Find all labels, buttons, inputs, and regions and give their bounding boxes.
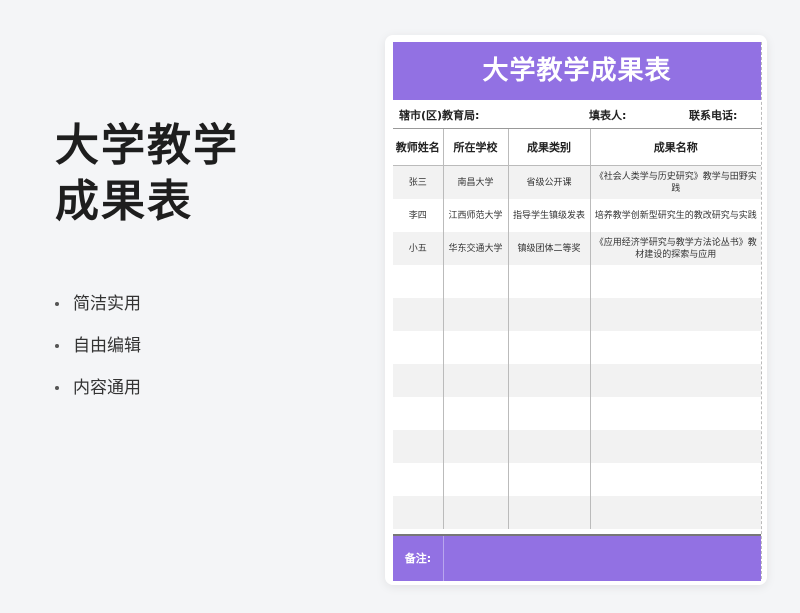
cell: 《社会人类学与历史研究》教学与田野实践 (590, 165, 761, 199)
cell: 小五 (393, 232, 444, 265)
phone-label: 联系电话: (689, 109, 738, 122)
bullet-icon (55, 302, 59, 306)
remark-label: 备注: (393, 536, 444, 581)
cell: 张三 (393, 165, 444, 199)
cell: 指导学生镇级发表 (508, 199, 591, 232)
table-header: 教师姓名 所在学校 成果类别 成果名称 (393, 129, 761, 166)
promo-title-line1: 大学教学 (55, 120, 239, 171)
col-category: 成果类别 (508, 129, 591, 166)
filler-label: 填表人: (589, 109, 627, 122)
cell: 培养教学创新型研究生的教改研究与实践 (590, 199, 761, 232)
cell: 江西师范大学 (443, 199, 509, 232)
empty-row (393, 397, 761, 430)
col-achievement: 成果名称 (590, 129, 761, 166)
cell: 省级公开课 (508, 165, 591, 199)
cell: 李四 (393, 199, 444, 232)
empty-row (393, 496, 761, 529)
cell: 镇级团体二等奖 (508, 232, 591, 265)
cell: 华东交通大学 (443, 232, 509, 265)
sheet-title: 大学教学成果表 (393, 42, 761, 100)
results-table: 教师姓名 所在学校 成果类别 成果名称 张三 南昌大学 省级公开课 《社会人类学… (393, 129, 761, 529)
empty-row (393, 463, 761, 496)
sheet-body: 大学教学成果表 辖市(区)教育局: 填表人: 联系电话: 教师姓名 所在学校 成… (393, 42, 762, 581)
promo-title-line2: 成果表 (55, 176, 193, 227)
table-row: 小五 华东交通大学 镇级团体二等奖 《应用经济学研究与教学方法论丛书》教材建设的… (393, 232, 761, 265)
feature-item: 简洁实用 (55, 283, 141, 325)
promo-title: 大学教学 成果表 (55, 118, 315, 230)
col-school: 所在学校 (443, 129, 509, 166)
cell: 《应用经济学研究与教学方法论丛书》教材建设的探索与应用 (590, 232, 761, 265)
empty-row (393, 265, 761, 298)
table-row: 张三 南昌大学 省级公开课 《社会人类学与历史研究》教学与田野实践 (393, 165, 761, 199)
bullet-icon (55, 344, 59, 348)
table-row: 李四 江西师范大学 指导学生镇级发表 培养教学创新型研究生的教改研究与实践 (393, 199, 761, 232)
col-teacher-name: 教师姓名 (393, 129, 444, 166)
empty-row (393, 298, 761, 331)
empty-row (393, 430, 761, 463)
feature-list: 简洁实用 自由编辑 内容通用 (55, 283, 141, 409)
empty-row (393, 331, 761, 364)
form-preview: 大学教学成果表 辖市(区)教育局: 填表人: 联系电话: 教师姓名 所在学校 成… (385, 35, 767, 585)
remark-row: 备注: (393, 534, 761, 581)
district-label: 辖市(区)教育局: (399, 109, 480, 122)
feature-item: 自由编辑 (55, 325, 141, 367)
empty-row (393, 364, 761, 397)
bullet-icon (55, 386, 59, 390)
feature-item: 内容通用 (55, 367, 141, 409)
info-row: 辖市(区)教育局: 填表人: 联系电话: (393, 100, 761, 129)
cell: 南昌大学 (443, 165, 509, 199)
